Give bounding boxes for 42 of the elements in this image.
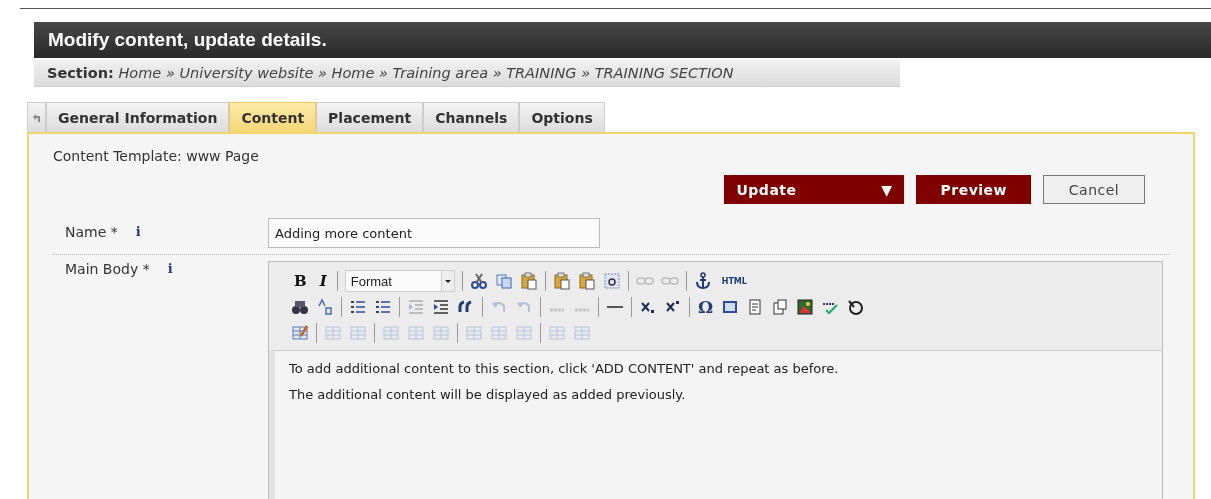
image-icon[interactable] bbox=[796, 298, 815, 316]
update-dropdown[interactable]: Update ▼ bbox=[724, 175, 905, 204]
anchor-icon[interactable] bbox=[693, 272, 712, 290]
name-field[interactable]: Adding more content bbox=[268, 218, 600, 248]
field-label: Name * bbox=[65, 224, 118, 242]
tab[interactable]: Options bbox=[519, 102, 605, 132]
indent-icon[interactable] bbox=[432, 298, 450, 316]
special-character-button[interactable]: Ω bbox=[697, 297, 715, 317]
tab[interactable]: Placement bbox=[316, 102, 424, 132]
caret-icon[interactable] bbox=[440, 271, 454, 291]
clipboard-icon[interactable] bbox=[519, 272, 538, 290]
body-paragraph: The additional content will be displayed as added previously. bbox=[289, 387, 687, 402]
preview-button[interactable]: Preview bbox=[916, 175, 1031, 204]
tab[interactable]: Channels bbox=[423, 102, 520, 132]
back-arrow-icon bbox=[32, 112, 41, 123]
body-paragraph: To add additional content to this section, click 'ADD CONTENT' and repeat as before. bbox=[289, 361, 840, 376]
info-icon[interactable]: i bbox=[167, 261, 173, 499]
italic-button[interactable]: I bbox=[316, 272, 330, 290]
table-icon[interactable] bbox=[291, 324, 309, 342]
select-all-icon[interactable] bbox=[602, 272, 621, 290]
field-label: Main Body * bbox=[65, 261, 150, 279]
clipboard-icon[interactable] bbox=[552, 272, 571, 290]
format-dropdown[interactable]: Format bbox=[344, 270, 455, 292]
bullet-list-icon[interactable] bbox=[349, 298, 367, 316]
media-icon[interactable] bbox=[721, 298, 740, 316]
tab[interactable]: Content bbox=[229, 102, 317, 132]
binoculars-icon[interactable] bbox=[291, 298, 309, 316]
cancel-button[interactable]: Cancel bbox=[1043, 175, 1145, 204]
html-button[interactable]: HTML bbox=[718, 276, 750, 286]
layer-icon[interactable] bbox=[771, 298, 790, 316]
page-title: Modify content, update details. bbox=[48, 29, 327, 51]
scroll-tabs-button[interactable] bbox=[27, 102, 46, 132]
clipboard-icon[interactable] bbox=[577, 272, 596, 290]
bold-button[interactable]: B bbox=[291, 272, 310, 290]
breadcrumb: Section: Home » University website » Home » Training area » TRAINING » TRAINING SECTION bbox=[47, 65, 734, 81]
numbered-list-icon[interactable] bbox=[374, 298, 392, 316]
template-label: Content Template: www Page bbox=[53, 148, 260, 164]
info-icon[interactable]: i bbox=[135, 224, 141, 248]
copy-icon[interactable] bbox=[494, 272, 513, 290]
scissors-icon[interactable] bbox=[469, 272, 488, 290]
tab[interactable]: General Information bbox=[46, 102, 230, 132]
editor-text-area[interactable]: To add additional content to this section, click 'ADD CONTENT' and repeat as before. The additional content will be displayed as added previously. bbox=[269, 350, 1162, 499]
